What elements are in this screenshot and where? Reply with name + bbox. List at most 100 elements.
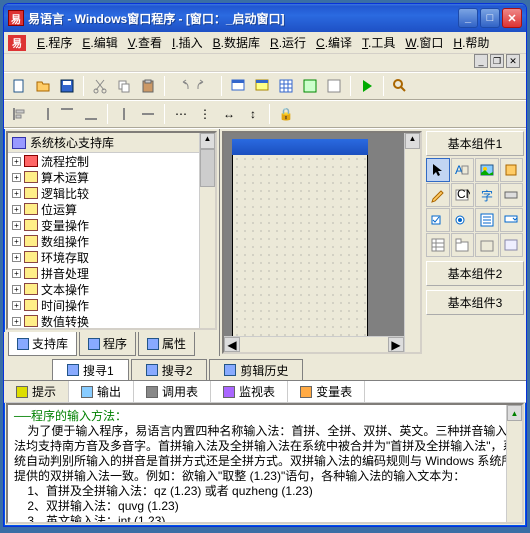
menu-I.插入[interactable]: I.插入 [167, 32, 208, 53]
expand-icon[interactable]: + [12, 221, 21, 230]
output-text[interactable]: ──程序的输入方法： 为了便于输入程序，易语言内置四种名称输入法：首拼、全拼、双… [6, 403, 524, 524]
mdi-minimize[interactable]: _ [474, 54, 488, 68]
form-body[interactable] [232, 155, 368, 354]
minimize-button[interactable]: _ [458, 8, 478, 28]
left-tab-支持库[interactable]: 支持库 [8, 332, 77, 356]
palette-tab-3[interactable]: 基本组件3 [426, 290, 524, 315]
designer-vscroll[interactable]: ▲ [404, 133, 420, 352]
grid3-button[interactable] [323, 75, 345, 97]
tool-radio[interactable] [451, 208, 475, 232]
undo-button[interactable] [170, 75, 192, 97]
sub-tab-调用表[interactable]: 调用表 [134, 381, 211, 402]
expand-icon[interactable]: + [12, 317, 21, 326]
grid2-button[interactable] [299, 75, 321, 97]
menu-W.窗口[interactable]: W.窗口 [400, 32, 448, 53]
tree-item[interactable]: +流程控制 [8, 153, 215, 169]
redo-button[interactable] [194, 75, 216, 97]
center-h[interactable] [113, 103, 135, 125]
expand-icon[interactable]: + [12, 301, 21, 310]
run-button[interactable] [356, 75, 378, 97]
tool-shape[interactable] [500, 158, 524, 182]
expand-icon[interactable]: + [12, 237, 21, 246]
form-button[interactable] [227, 75, 249, 97]
expand-icon[interactable]: + [12, 253, 21, 262]
mdi-close[interactable]: ✕ [506, 54, 520, 68]
form-titlebar[interactable] [232, 139, 368, 155]
tool-grid[interactable] [426, 233, 450, 257]
bottom-tab-搜寻1[interactable]: 搜寻1 [52, 359, 129, 380]
tool-frame[interactable] [475, 233, 499, 257]
align-top[interactable] [56, 103, 78, 125]
menu-T.工具[interactable]: T.工具 [357, 32, 400, 53]
align-right[interactable] [32, 103, 54, 125]
left-tab-程序[interactable]: 程序 [79, 332, 136, 356]
new-button[interactable] [8, 75, 30, 97]
dist-v[interactable]: ⋮ [194, 103, 216, 125]
same-h[interactable]: ↕ [242, 103, 264, 125]
tree-root[interactable]: 系统核心支持库 [8, 133, 215, 153]
form-window[interactable] [232, 139, 368, 354]
tree-item[interactable]: +数值转换 [8, 313, 215, 329]
tool-label[interactable]: A [451, 158, 475, 182]
expand-icon[interactable]: + [12, 189, 21, 198]
palette-tab-1[interactable]: 基本组件1 [426, 131, 524, 156]
tree-item[interactable]: +文本操作 [8, 281, 215, 297]
tree-item[interactable]: +算术运算 [8, 169, 215, 185]
titlebar[interactable]: 易 易语言 - Windows窗口程序 - [窗口：_启动窗口] _ □ ✕ [4, 4, 526, 32]
close-button[interactable]: ✕ [502, 8, 522, 28]
paste-button[interactable] [137, 75, 159, 97]
bottom-tab-搜寻2[interactable]: 搜寻2 [131, 359, 208, 380]
tool-panel[interactable] [500, 233, 524, 257]
tool-tab[interactable] [451, 233, 475, 257]
sub-tab-输出[interactable]: 输出 [69, 381, 134, 402]
align-left[interactable] [8, 103, 30, 125]
same-w[interactable]: ↔ [218, 103, 240, 125]
expand-icon[interactable]: + [12, 205, 21, 214]
grid-button[interactable] [275, 75, 297, 97]
tree-item[interactable]: +逻辑比较 [8, 185, 215, 201]
tool-edit[interactable] [426, 183, 450, 207]
menu-C.编译[interactable]: C.编译 [311, 32, 357, 53]
cut-button[interactable] [89, 75, 111, 97]
tool-list[interactable] [475, 208, 499, 232]
lock-button[interactable]: 🔒 [275, 103, 297, 125]
form2-button[interactable] [251, 75, 273, 97]
tree-item[interactable]: +数组操作 [8, 233, 215, 249]
mdi-restore[interactable]: ❐ [490, 54, 504, 68]
tool-cn[interactable]: CN [451, 183, 475, 207]
expand-icon[interactable]: + [12, 157, 21, 166]
find-button[interactable] [389, 75, 411, 97]
sub-tab-监视表[interactable]: 监视表 [211, 381, 288, 402]
tool-pointer[interactable] [426, 158, 450, 182]
tree-item[interactable]: +位运算 [8, 201, 215, 217]
left-tab-属性[interactable]: 属性 [138, 332, 195, 356]
tree-item[interactable]: +变量操作 [8, 217, 215, 233]
tree-item[interactable]: +时间操作 [8, 297, 215, 313]
copy-button[interactable] [113, 75, 135, 97]
maximize-button[interactable]: □ [480, 8, 500, 28]
tool-button[interactable] [500, 183, 524, 207]
tree-scrollbar[interactable]: ▲ [199, 133, 215, 328]
palette-tab-2[interactable]: 基本组件2 [426, 261, 524, 286]
menu-B.数据库[interactable]: B.数据库 [208, 32, 265, 53]
output-scrollbar[interactable]: ▲ [506, 405, 522, 522]
form-designer[interactable]: ▲ ◀▶ [222, 131, 422, 354]
align-bottom[interactable] [80, 103, 102, 125]
bottom-tab-剪辑历史[interactable]: 剪辑历史 [209, 359, 303, 380]
expand-icon[interactable]: + [12, 285, 21, 294]
designer-hscroll[interactable]: ◀▶ [224, 336, 404, 352]
sub-tab-提示[interactable]: 提示 [4, 381, 69, 402]
tool-combo[interactable] [500, 208, 524, 232]
save-button[interactable] [56, 75, 78, 97]
tree-item[interactable]: +环境存取 [8, 249, 215, 265]
tool-picture[interactable] [475, 158, 499, 182]
sub-tab-变量表[interactable]: 变量表 [288, 381, 365, 402]
tool-check[interactable] [426, 208, 450, 232]
dist-h[interactable]: ⋯ [170, 103, 192, 125]
expand-icon[interactable]: + [12, 173, 21, 182]
menu-H.帮助[interactable]: H.帮助 [448, 32, 494, 53]
open-button[interactable] [32, 75, 54, 97]
menu-V.查看[interactable]: V.查看 [123, 32, 167, 53]
tool-text[interactable]: 字 [475, 183, 499, 207]
menu-R.运行[interactable]: R.运行 [265, 32, 311, 53]
